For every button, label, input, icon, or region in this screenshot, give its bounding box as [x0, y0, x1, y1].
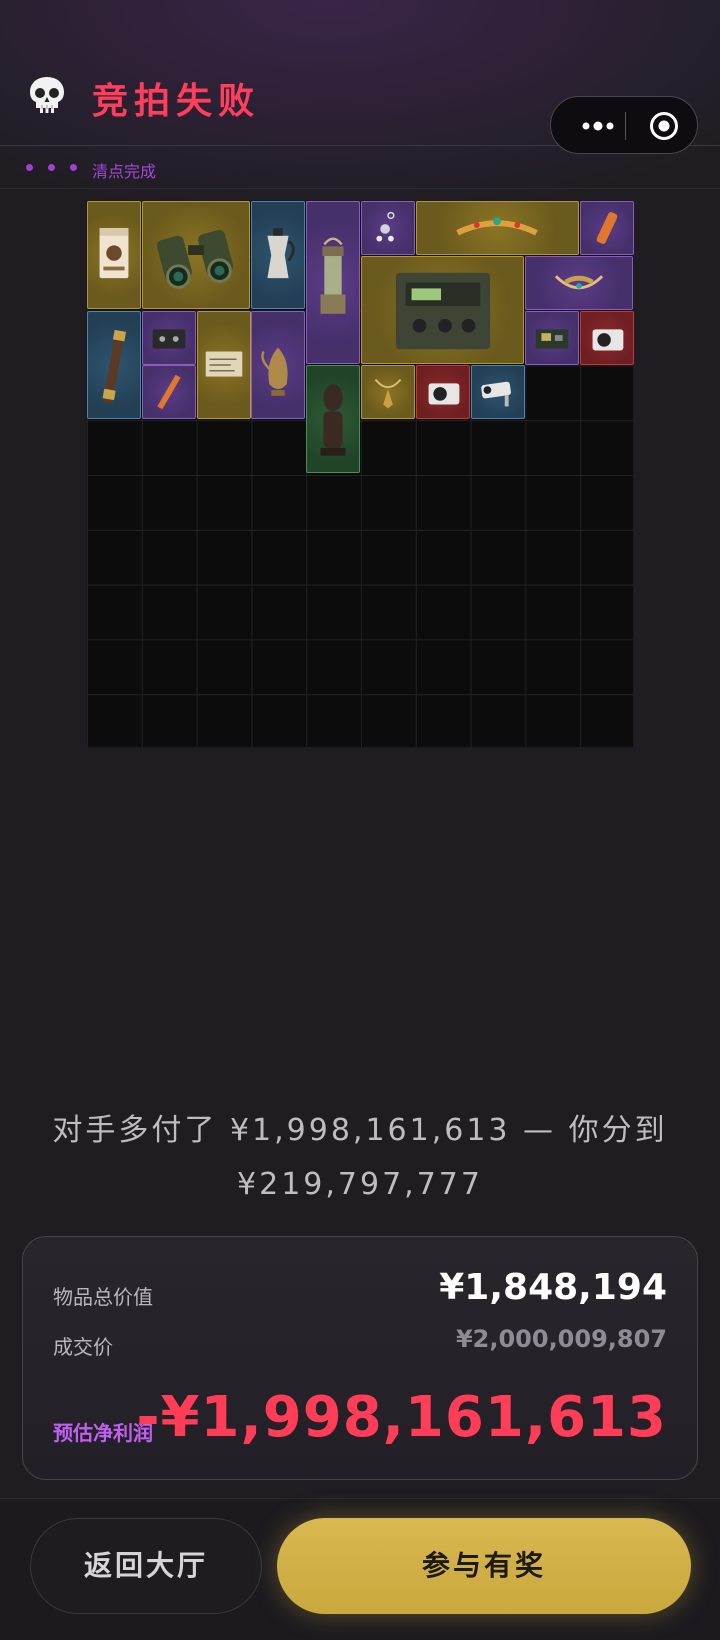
item-spyglass[interactable] — [87, 310, 141, 419]
progress-status: 清点完成 — [92, 162, 157, 181]
ewer-icon — [261, 326, 288, 396]
earring-icon — [376, 211, 395, 242]
progress-dot — [26, 164, 33, 171]
result-message-line-1: 对手多付了 ¥1,998,161,613 — 你分到 — [52, 1113, 668, 1148]
radio-icon — [395, 272, 491, 350]
item-earring[interactable] — [361, 201, 415, 255]
total-value-label: 物品总价值 — [53, 1285, 153, 1309]
result-message: 对手多付了 ¥1,998,161,613 — 你分到 ¥219,797,777 — [40, 1104, 680, 1212]
item-orange-tube[interactable] — [580, 201, 635, 255]
cassette-icon — [152, 328, 186, 349]
necklace-icon — [555, 275, 604, 290]
item-tribal-statue[interactable] — [306, 365, 361, 474]
join-prize-button[interactable]: 参与有奖 — [277, 1518, 691, 1614]
summary-card: 物品总价值 ¥1,848,194 成交价 ¥2,000,009,807 预估净利… — [22, 1236, 698, 1480]
item-lantern[interactable] — [306, 201, 361, 364]
inventory-grid — [86, 200, 635, 748]
result-message-line-2: ¥219,797,777 — [237, 1167, 483, 1202]
deal-price-label: 成交价 — [53, 1335, 113, 1359]
paper-icon — [205, 351, 242, 377]
moka-pot-icon — [267, 228, 296, 279]
item-hookah-ewer[interactable] — [251, 310, 306, 419]
total-value-amount: ¥1,848,194 — [439, 1267, 667, 1308]
pendant-icon — [374, 379, 402, 409]
item-tiara[interactable] — [415, 201, 579, 255]
item-military-radio[interactable] — [361, 255, 524, 364]
item-camera-red-2[interactable] — [415, 365, 470, 420]
item-camera-red[interactable] — [580, 310, 635, 365]
skull-icon — [30, 77, 64, 113]
tiara-icon — [456, 217, 538, 236]
item-binoculars[interactable] — [141, 201, 250, 309]
coffee-bag-icon — [99, 228, 129, 279]
capsule-divider — [625, 112, 626, 140]
binoculars-icon — [156, 229, 233, 289]
item-moka-pot[interactable] — [251, 201, 306, 309]
item-marker-pen[interactable] — [141, 365, 196, 420]
item-horned-necklace[interactable] — [525, 255, 634, 310]
circuit-board-icon — [536, 328, 569, 349]
back-to-lobby-button[interactable]: 返回大厅 — [30, 1518, 262, 1614]
page-title: 竞拍失败 — [92, 81, 261, 122]
item-circuit-board[interactable] — [525, 310, 580, 365]
item-old-map-paper[interactable] — [196, 310, 251, 419]
pen-icon — [157, 375, 181, 410]
spyglass-icon — [102, 329, 127, 403]
camera-icon — [592, 328, 624, 351]
mini-program-capsule — [550, 96, 698, 154]
page: 竞拍失败 清点完成 对手多付了 ¥1,998,161,613 — 你分到 ¥21… — [0, 0, 720, 1640]
progress-dot — [70, 164, 77, 171]
tube-icon — [596, 212, 618, 244]
cctv-icon — [480, 382, 511, 407]
item-pendant[interactable] — [361, 365, 415, 420]
lantern-icon — [320, 237, 346, 314]
item-coffee-bag[interactable] — [87, 201, 141, 309]
camera-icon — [428, 383, 460, 405]
item-cassette-tape[interactable] — [141, 310, 196, 365]
progress-dot — [48, 164, 55, 171]
statue-icon — [320, 384, 346, 456]
item-cctv-camera[interactable] — [470, 365, 525, 420]
net-profit-amount: -¥1,998,161,613 — [136, 1385, 667, 1450]
deal-price-amount: ¥2,000,009,807 — [455, 1325, 667, 1353]
